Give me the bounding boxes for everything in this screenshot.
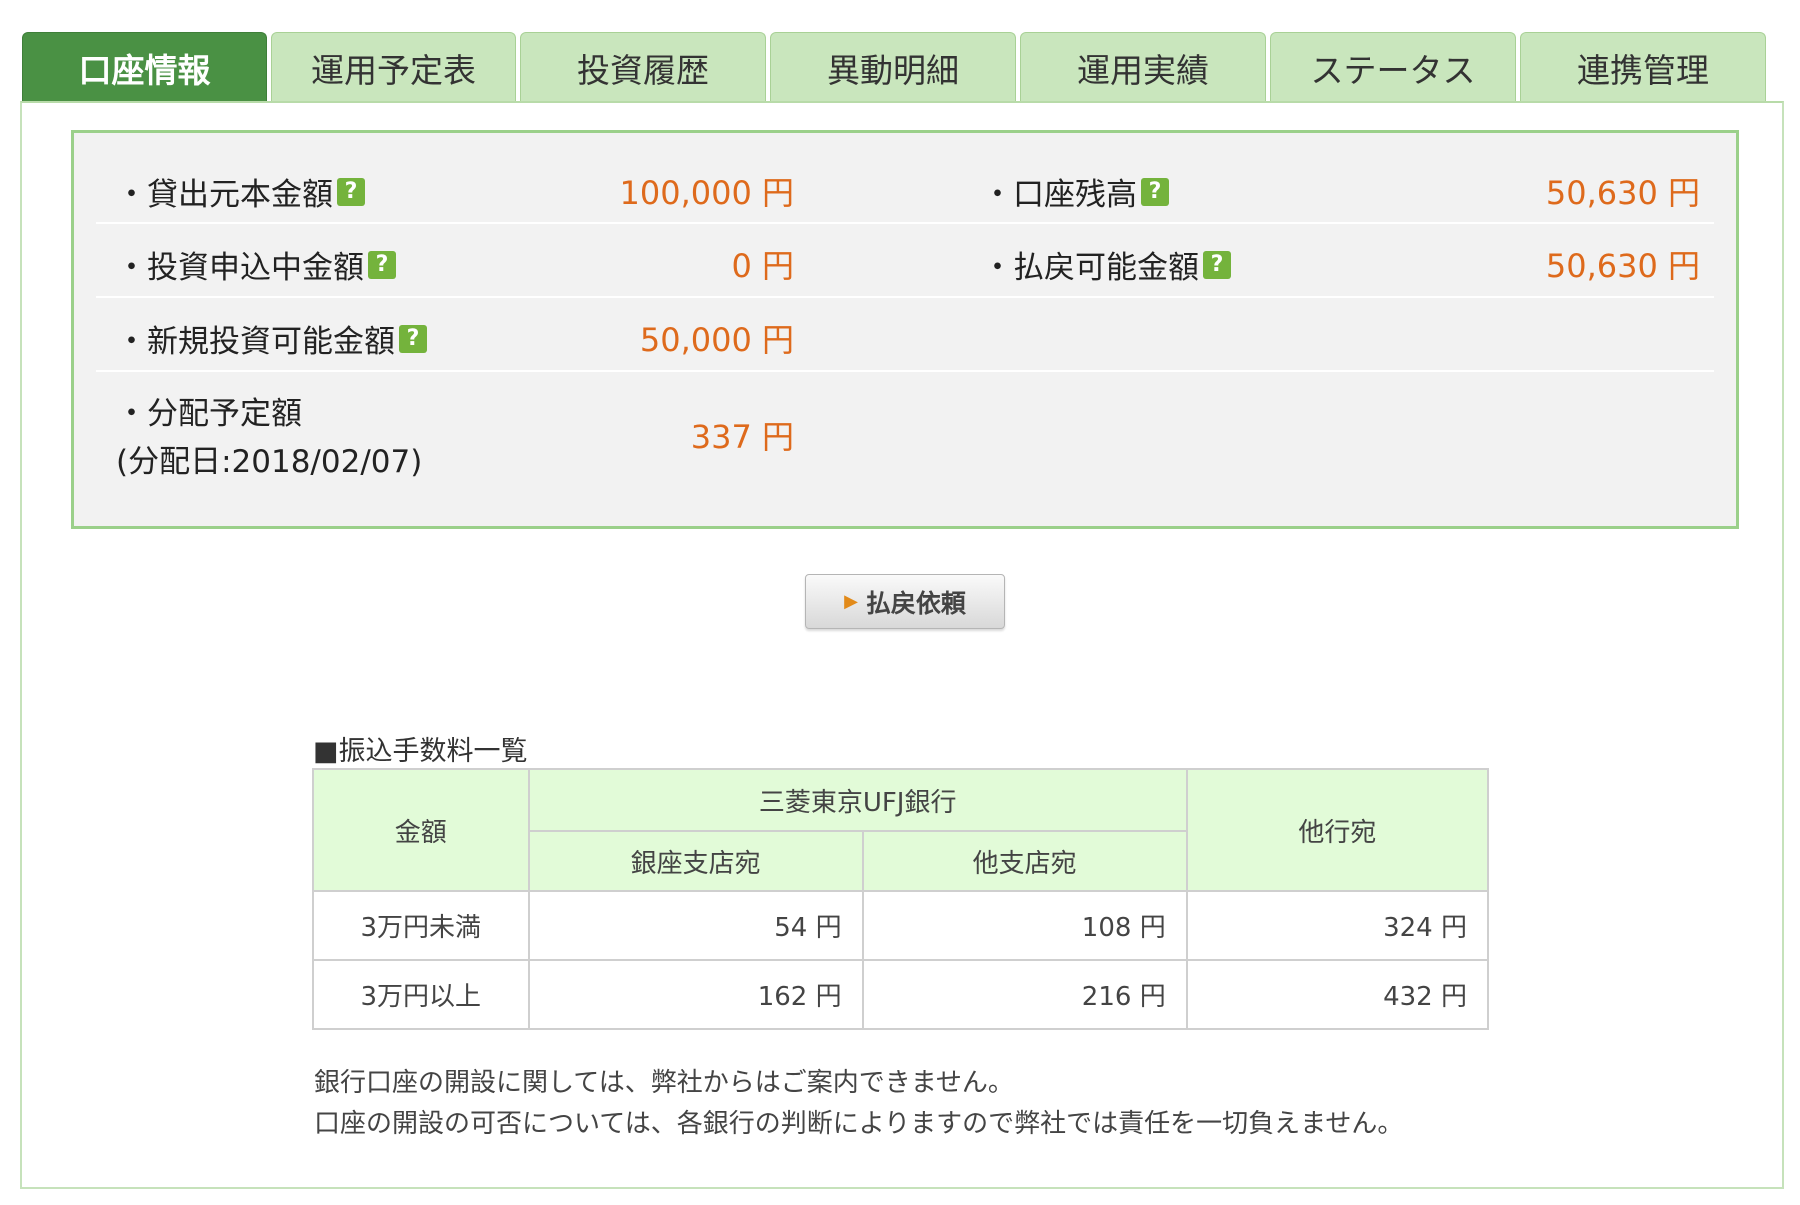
tab-bar: 口座情報 運用予定表 投資履歴 異動明細 運用実績 ステータス 連携管理	[22, 32, 1775, 102]
tab-transaction-details[interactable]: 異動明細	[770, 32, 1016, 102]
pending-investment-label: ・投資申込中金額?	[116, 242, 396, 287]
tab-label: ステータス	[1310, 50, 1476, 90]
ginza-fee-cell: 54 円	[527, 890, 864, 961]
withdrawable-label: ・払戻可能金額?	[982, 242, 1231, 287]
help-icon[interactable]: ?	[337, 177, 365, 206]
other-bank-fee-cell: 432 円	[1185, 959, 1490, 1030]
table-row: 3万円未満 54 円 108 円 324 円	[312, 890, 1490, 961]
tab-operation-schedule[interactable]: 運用予定表	[271, 32, 516, 102]
tab-account-info[interactable]: 口座情報	[22, 32, 267, 102]
help-icon[interactable]: ?	[399, 324, 427, 353]
summary-row: ・投資申込中金額? 0 円 ・払戻可能金額? 50,630 円	[96, 226, 1714, 298]
tab-label: 異動明細	[827, 50, 959, 90]
header-ginza-branch: 銀座支店宛	[527, 830, 864, 892]
transfer-fee-table: 金額 三菱東京UFJ銀行 他行宛 銀座支店宛 他支店宛 3万円未満 54 円 1…	[312, 768, 1490, 1030]
header-other-branch: 他支店宛	[861, 830, 1188, 892]
amount-cell: 3万円以上	[312, 959, 530, 1030]
help-icon[interactable]: ?	[1141, 177, 1169, 206]
account-balance-value: 50,630 円	[1545, 174, 1700, 212]
new-investable-value: 50,000 円	[639, 321, 794, 359]
loan-principal-value: 100,000 円	[619, 174, 794, 212]
tab-label: 口座情報	[78, 50, 211, 90]
withdraw-request-button[interactable]: ▶ 払戻依頼	[805, 574, 1005, 629]
tab-linkage[interactable]: 連携管理	[1520, 32, 1766, 102]
distribution-label: ・分配予定額	[116, 396, 302, 432]
summary-row: ・分配予定額 (分配日:2018/02/07) 337 円	[96, 374, 1714, 496]
tab-investment-history[interactable]: 投資履歴	[520, 32, 766, 102]
content-panel: ・貸出元本金額? 100,000 円 ・口座残高? 50,630 円 ・投資申込…	[20, 101, 1784, 1189]
other-bank-fee-cell: 324 円	[1185, 890, 1490, 961]
withdrawable-value: 50,630 円	[1545, 247, 1700, 285]
header-other-bank: 他行宛	[1185, 768, 1490, 892]
table-row: 3万円以上 162 円 216 円 432 円	[312, 959, 1490, 1030]
header-amount: 金額	[312, 768, 530, 892]
help-icon[interactable]: ?	[1203, 250, 1231, 279]
new-investable-label: ・新規投資可能金額?	[116, 316, 427, 361]
withdraw-request-label: 払戻依頼	[865, 588, 966, 618]
other-branch-fee-cell: 216 円	[861, 959, 1188, 1030]
distribution-date: (分配日:2018/02/07)	[116, 444, 423, 480]
account-balance-label: ・口座残高?	[982, 169, 1169, 214]
other-branch-fee-cell: 108 円	[861, 890, 1188, 961]
play-triangle-icon: ▶	[844, 591, 858, 612]
summary-row: ・貸出元本金額? 100,000 円 ・口座残高? 50,630 円	[96, 153, 1714, 224]
header-bank: 三菱東京UFJ銀行	[527, 768, 1188, 832]
tab-label: 投資履歴	[577, 50, 709, 90]
tab-status[interactable]: ステータス	[1270, 32, 1516, 102]
tab-label: 運用実績	[1077, 50, 1209, 90]
distribution-value: 337 円	[690, 418, 794, 456]
loan-principal-label: ・貸出元本金額?	[116, 169, 365, 214]
ginza-fee-cell: 162 円	[527, 959, 864, 1030]
amount-cell: 3万円未満	[312, 890, 530, 961]
tab-label: 連携管理	[1577, 50, 1709, 90]
fee-table-title: ■振込手数料一覧	[313, 736, 528, 767]
account-summary: ・貸出元本金額? 100,000 円 ・口座残高? 50,630 円 ・投資申込…	[71, 130, 1739, 529]
note-line: 銀行口座の開設に関しては、弊社からはご案内できません。	[314, 1068, 1014, 1098]
tab-label: 運用予定表	[311, 50, 476, 90]
help-icon[interactable]: ?	[368, 250, 396, 279]
summary-row: ・新規投資可能金額? 50,000 円	[96, 300, 1714, 372]
pending-investment-value: 0 円	[731, 247, 794, 285]
tab-performance[interactable]: 運用実績	[1020, 32, 1266, 102]
note-line: 口座の開設の可否については、各銀行の判断によりますので弊社では責任を一切負えませ…	[314, 1109, 1404, 1139]
